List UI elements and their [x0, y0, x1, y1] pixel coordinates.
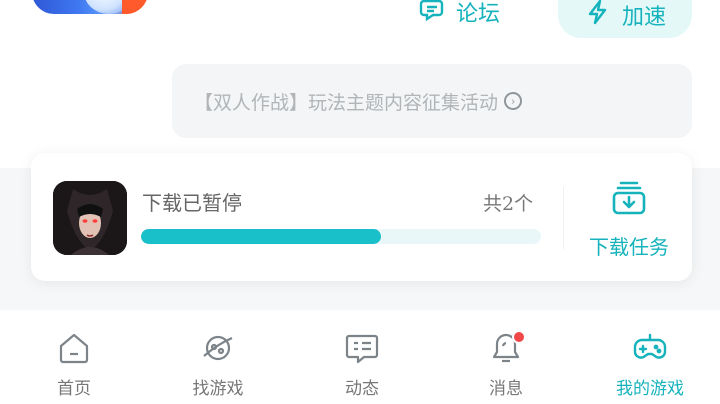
nav-item-feed[interactable]: 动态 — [302, 328, 422, 400]
download-tasks-label: 下载任务 — [589, 235, 669, 259]
nav-item-home[interactable]: 首页 — [14, 328, 134, 400]
nav-label-find-games: 找游戏 — [192, 379, 244, 399]
download-progress-fill — [141, 229, 381, 244]
activity-notice-banner[interactable]: 【双人作战】玩法主题内容征集活动 › — [172, 64, 692, 138]
forum-icon — [418, 0, 446, 29]
gamepad-icon — [590, 328, 710, 368]
bottom-navigation: 首页 找游戏 动态 消息 我的游戏 — [0, 310, 720, 404]
chevron-right-icon: › — [504, 92, 523, 110]
feed-icon — [302, 328, 422, 368]
nav-label-my-games: 我的游戏 — [616, 379, 684, 399]
nav-item-my-games[interactable]: 我的游戏 — [590, 328, 710, 400]
card-divider — [563, 187, 564, 249]
home-icon — [14, 328, 134, 368]
download-status: 下载已暂停 — [142, 191, 242, 215]
forum-label: 论坛 — [456, 2, 501, 27]
game-thumbnail[interactable] — [53, 181, 127, 255]
game-logo[interactable] — [32, 0, 148, 14]
boost-label: 加速 — [621, 5, 666, 30]
logo-accent — [122, 0, 148, 14]
nav-item-messages[interactable]: 消息 — [446, 328, 566, 400]
planet-icon — [158, 328, 278, 368]
nav-label-feed: 动态 — [345, 379, 379, 399]
lightning-icon — [584, 0, 612, 32]
download-tray-icon — [584, 177, 674, 219]
download-tasks-button[interactable]: 下载任务 — [584, 177, 674, 260]
forum-button[interactable]: 论坛 — [418, 0, 500, 30]
bell-icon — [446, 328, 566, 368]
boost-button[interactable]: 加速 — [558, 0, 692, 38]
notice-text: 【双人作战】玩法主题内容征集活动 — [194, 91, 499, 114]
download-card[interactable]: 下载已暂停 共2个 下载任务 — [31, 153, 692, 281]
nav-label-home: 首页 — [57, 379, 91, 399]
nav-item-find-games[interactable]: 找游戏 — [158, 328, 278, 400]
nav-label-messages: 消息 — [489, 379, 523, 399]
download-progress-bar — [141, 229, 541, 244]
download-count: 共2个 — [483, 193, 534, 215]
unread-badge — [512, 330, 526, 344]
